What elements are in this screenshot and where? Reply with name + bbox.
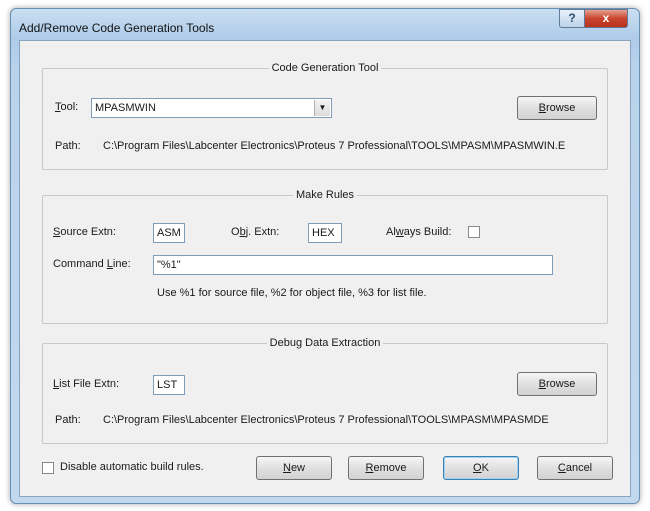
command-line-label: Command Line: xyxy=(53,258,131,270)
source-extn-field[interactable]: ASM xyxy=(153,223,185,243)
code-generation-group-title: Code Generation Tool xyxy=(268,62,382,74)
tool-dropdown[interactable]: MPASMWIN ▼ xyxy=(91,98,332,118)
always-build-label: Always Build: xyxy=(386,226,452,238)
tool-path-label: Path: xyxy=(55,140,81,152)
source-extn-label: Source Extn: xyxy=(53,226,116,238)
window-title: Add/Remove Code Generation Tools xyxy=(19,21,215,35)
command-line-hint: Use %1 for source file, %2 for object fi… xyxy=(157,287,427,299)
debug-extraction-group-title: Debug Data Extraction xyxy=(266,337,384,349)
close-button[interactable]: x xyxy=(584,9,628,28)
always-build-checkbox[interactable] xyxy=(468,226,480,238)
disable-build-rules-label: Disable automatic build rules. xyxy=(60,461,204,473)
obj-extn-label: Obj. Extn: xyxy=(231,226,280,238)
code-generation-group: Code Generation Tool Tool: MPASMWIN ▼ Br… xyxy=(42,62,608,170)
make-rules-group-title: Make Rules xyxy=(292,189,358,201)
dialog-client-area: Code Generation Tool Tool: MPASMWIN ▼ Br… xyxy=(19,40,631,497)
debug-path-label: Path: xyxy=(55,414,81,426)
debug-browse-button[interactable]: Browse xyxy=(517,372,597,396)
list-file-extn-label: List File Extn: xyxy=(53,378,120,390)
tool-label: Tool: xyxy=(55,101,79,113)
new-button[interactable]: New xyxy=(256,456,332,480)
cancel-button[interactable]: Cancel xyxy=(537,456,613,480)
tool-browse-button[interactable]: Browse xyxy=(517,96,597,120)
disable-build-rules-checkbox[interactable] xyxy=(42,462,54,474)
remove-button[interactable]: Remove xyxy=(348,456,424,480)
debug-path-value: C:\Program Files\Labcenter Electronics\P… xyxy=(103,414,549,426)
make-rules-group: Make Rules Source Extn: ASM Obj. Extn: H… xyxy=(42,189,608,324)
obj-extn-field[interactable]: HEX xyxy=(308,223,342,243)
command-line-field[interactable]: "%1" xyxy=(153,255,553,275)
debug-extraction-group: Debug Data Extraction List File Extn: LS… xyxy=(42,337,608,444)
tool-path-value: C:\Program Files\Labcenter Electronics\P… xyxy=(103,140,566,152)
ok-button[interactable]: OK xyxy=(443,456,519,480)
tool-dropdown-value: MPASMWIN xyxy=(95,102,156,114)
chevron-down-icon[interactable]: ▼ xyxy=(314,100,330,116)
list-file-extn-field[interactable]: LST xyxy=(153,375,185,395)
help-button[interactable]: ? xyxy=(559,9,585,28)
dialog-window: Add/Remove Code Generation Tools ? x Cod… xyxy=(10,8,640,504)
